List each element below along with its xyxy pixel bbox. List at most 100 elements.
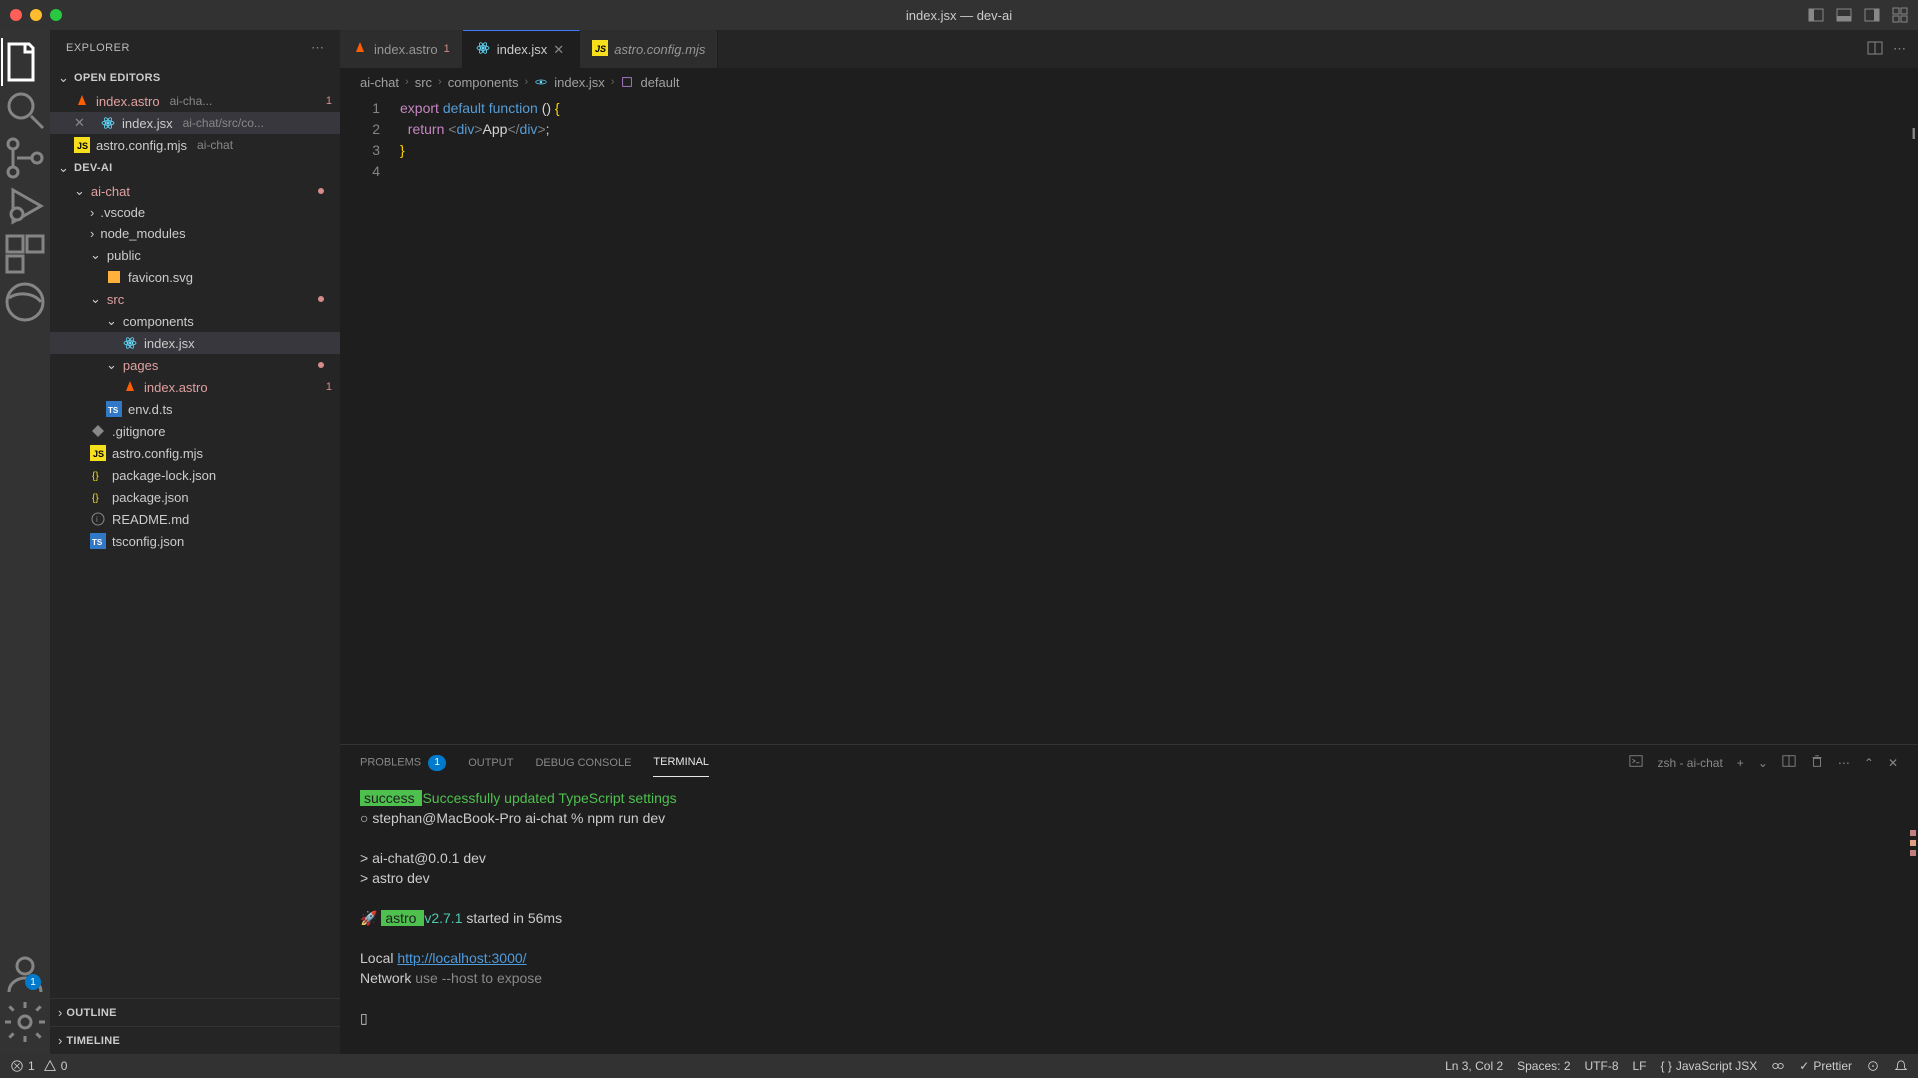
window-title: index.jsx — dev-ai	[906, 8, 1012, 23]
editor-tab[interactable]: index.astro 1	[340, 30, 463, 68]
error-dot-icon	[318, 188, 324, 194]
code-editor[interactable]: 1 2 3 4 export default function () { ret…	[340, 96, 1918, 744]
timeline-section[interactable]: › TIMELINE	[50, 1026, 340, 1054]
open-editor-item[interactable]: index.astro ai-cha... 1	[50, 90, 340, 112]
minimize-window-button[interactable]	[30, 9, 42, 21]
chevron-down-icon: ⌄	[106, 313, 117, 329]
source-control-activity[interactable]	[1, 134, 49, 182]
line-numbers: 1 2 3 4	[340, 96, 400, 744]
chevron-down-icon: ⌄	[74, 183, 85, 199]
folder-item[interactable]: ⌄ components	[50, 310, 340, 332]
code-content[interactable]: export default function () { return <div…	[400, 96, 1898, 744]
file-item[interactable]: JS astro.config.mjs	[50, 442, 340, 464]
close-tab-icon[interactable]: ✕	[553, 42, 567, 58]
close-editor-icon[interactable]: ✕	[74, 115, 90, 131]
outline-section[interactable]: › OUTLINE	[50, 998, 340, 1026]
file-item[interactable]: TS env.d.ts	[50, 398, 340, 420]
close-window-button[interactable]	[10, 9, 22, 21]
folder-item[interactable]: ⌄ pages	[50, 354, 340, 376]
split-editor-icon[interactable]	[1867, 40, 1883, 59]
chevron-down-icon: ⌄	[90, 291, 101, 307]
editor-tab[interactable]: JS astro.config.mjs	[580, 30, 718, 68]
terminal-more-icon[interactable]: ⋯	[1838, 756, 1850, 770]
svg-text:{}: {}	[92, 471, 99, 482]
open-editor-item[interactable]: ✕ index.jsx ai-chat/src/co...	[50, 112, 340, 134]
activity-bar: 1	[0, 30, 50, 1054]
language-status[interactable]: { } JavaScript JSX	[1661, 1059, 1758, 1073]
chevron-right-icon: ›	[90, 205, 94, 220]
folder-item[interactable]: ⌄ ai-chat	[50, 180, 340, 202]
symbol-module-icon	[620, 74, 634, 90]
svg-text:JS: JS	[595, 44, 606, 54]
project-section[interactable]: ⌄ DEV-AI	[50, 156, 340, 180]
split-terminal-icon[interactable]	[1782, 754, 1796, 771]
new-terminal-icon[interactable]: +	[1737, 756, 1744, 770]
prettier-status[interactable]: ✓ Prettier	[1799, 1059, 1852, 1073]
file-item[interactable]: index.astro 1	[50, 376, 340, 398]
eol-status[interactable]: LF	[1633, 1059, 1647, 1073]
terminal-dropdown-icon[interactable]: ⌄	[1758, 756, 1768, 770]
maximize-window-button[interactable]	[50, 9, 62, 21]
cursor-position-status[interactable]: Ln 3, Col 2	[1445, 1059, 1503, 1073]
settings-activity[interactable]	[1, 998, 49, 1046]
status-bar: 1 0 Ln 3, Col 2 Spaces: 2 UTF-8 LF { } J…	[0, 1054, 1918, 1078]
file-item[interactable]: {} package.json	[50, 486, 340, 508]
minimap[interactable]: I	[1898, 96, 1918, 744]
astro-file-icon	[352, 40, 368, 59]
astro-file-icon	[122, 379, 138, 395]
editor-tab[interactable]: index.jsx ✕	[463, 30, 581, 68]
chevron-right-icon: ›	[611, 76, 615, 88]
errors-status[interactable]: 1	[10, 1059, 35, 1073]
copilot-status[interactable]	[1771, 1059, 1785, 1073]
output-tab[interactable]: OUTPUT	[468, 749, 513, 777]
edge-activity[interactable]	[1, 278, 49, 326]
terminal-shell-label[interactable]: zsh - ai-chat	[1657, 756, 1722, 770]
react-file-icon	[122, 335, 138, 351]
file-item[interactable]: .gitignore	[50, 420, 340, 442]
layout-sidebar-right-icon[interactable]	[1864, 7, 1880, 23]
debug-console-tab[interactable]: DEBUG CONSOLE	[535, 749, 631, 777]
chevron-down-icon: ⌄	[90, 247, 101, 263]
warnings-status[interactable]: 0	[43, 1059, 68, 1073]
close-panel-icon[interactable]: ✕	[1888, 756, 1898, 770]
svg-file-icon	[106, 269, 122, 285]
customize-layout-icon[interactable]	[1892, 7, 1908, 23]
react-file-icon	[100, 115, 116, 131]
more-actions-icon[interactable]: ⋯	[1893, 41, 1906, 57]
file-item[interactable]: favicon.svg	[50, 266, 340, 288]
open-editors-section[interactable]: ⌄ OPEN EDITORS	[50, 66, 340, 90]
indentation-status[interactable]: Spaces: 2	[1517, 1059, 1570, 1073]
feedback-status[interactable]	[1866, 1059, 1880, 1073]
problems-tab[interactable]: PROBLEMS 1	[360, 747, 446, 779]
bottom-panel: PROBLEMS 1 OUTPUT DEBUG CONSOLE TERMINAL…	[340, 744, 1918, 1054]
folder-item[interactable]: ⌄ src	[50, 288, 340, 310]
encoding-status[interactable]: UTF-8	[1585, 1059, 1619, 1073]
json-file-icon: {}	[90, 467, 106, 483]
terminal-tab[interactable]: TERMINAL	[653, 748, 709, 777]
account-activity[interactable]: 1	[1, 950, 49, 998]
extensions-activity[interactable]	[1, 230, 49, 278]
kill-terminal-icon[interactable]	[1810, 754, 1824, 771]
layout-sidebar-left-icon[interactable]	[1808, 7, 1824, 23]
folder-item[interactable]: › node_modules	[50, 223, 340, 244]
explorer-activity[interactable]	[1, 38, 49, 86]
debug-activity[interactable]	[1, 182, 49, 230]
file-item[interactable]: index.jsx	[50, 332, 340, 354]
chevron-right-icon: ›	[58, 1005, 62, 1020]
layout-panel-icon[interactable]	[1836, 7, 1852, 23]
file-item[interactable]: TS tsconfig.json	[50, 530, 340, 552]
maximize-panel-icon[interactable]: ⌃	[1864, 756, 1874, 770]
file-item[interactable]: {} package-lock.json	[50, 464, 340, 486]
folder-item[interactable]: › .vscode	[50, 202, 340, 223]
chevron-right-icon: ›	[525, 76, 529, 88]
folder-item[interactable]: ⌄ public	[50, 244, 340, 266]
terminal-output[interactable]: success Successfully updated TypeScript …	[340, 780, 1918, 1054]
svg-text:JS: JS	[77, 141, 88, 151]
file-item[interactable]: i README.md	[50, 508, 340, 530]
breadcrumbs[interactable]: ai-chat › src › components › index.jsx ›…	[340, 68, 1918, 96]
json-file-icon: {}	[90, 489, 106, 505]
notifications-status[interactable]	[1894, 1059, 1908, 1073]
sidebar-more-icon[interactable]: ⋯	[311, 40, 324, 56]
open-editor-item[interactable]: JS astro.config.mjs ai-chat	[50, 134, 340, 156]
search-activity[interactable]	[1, 86, 49, 134]
